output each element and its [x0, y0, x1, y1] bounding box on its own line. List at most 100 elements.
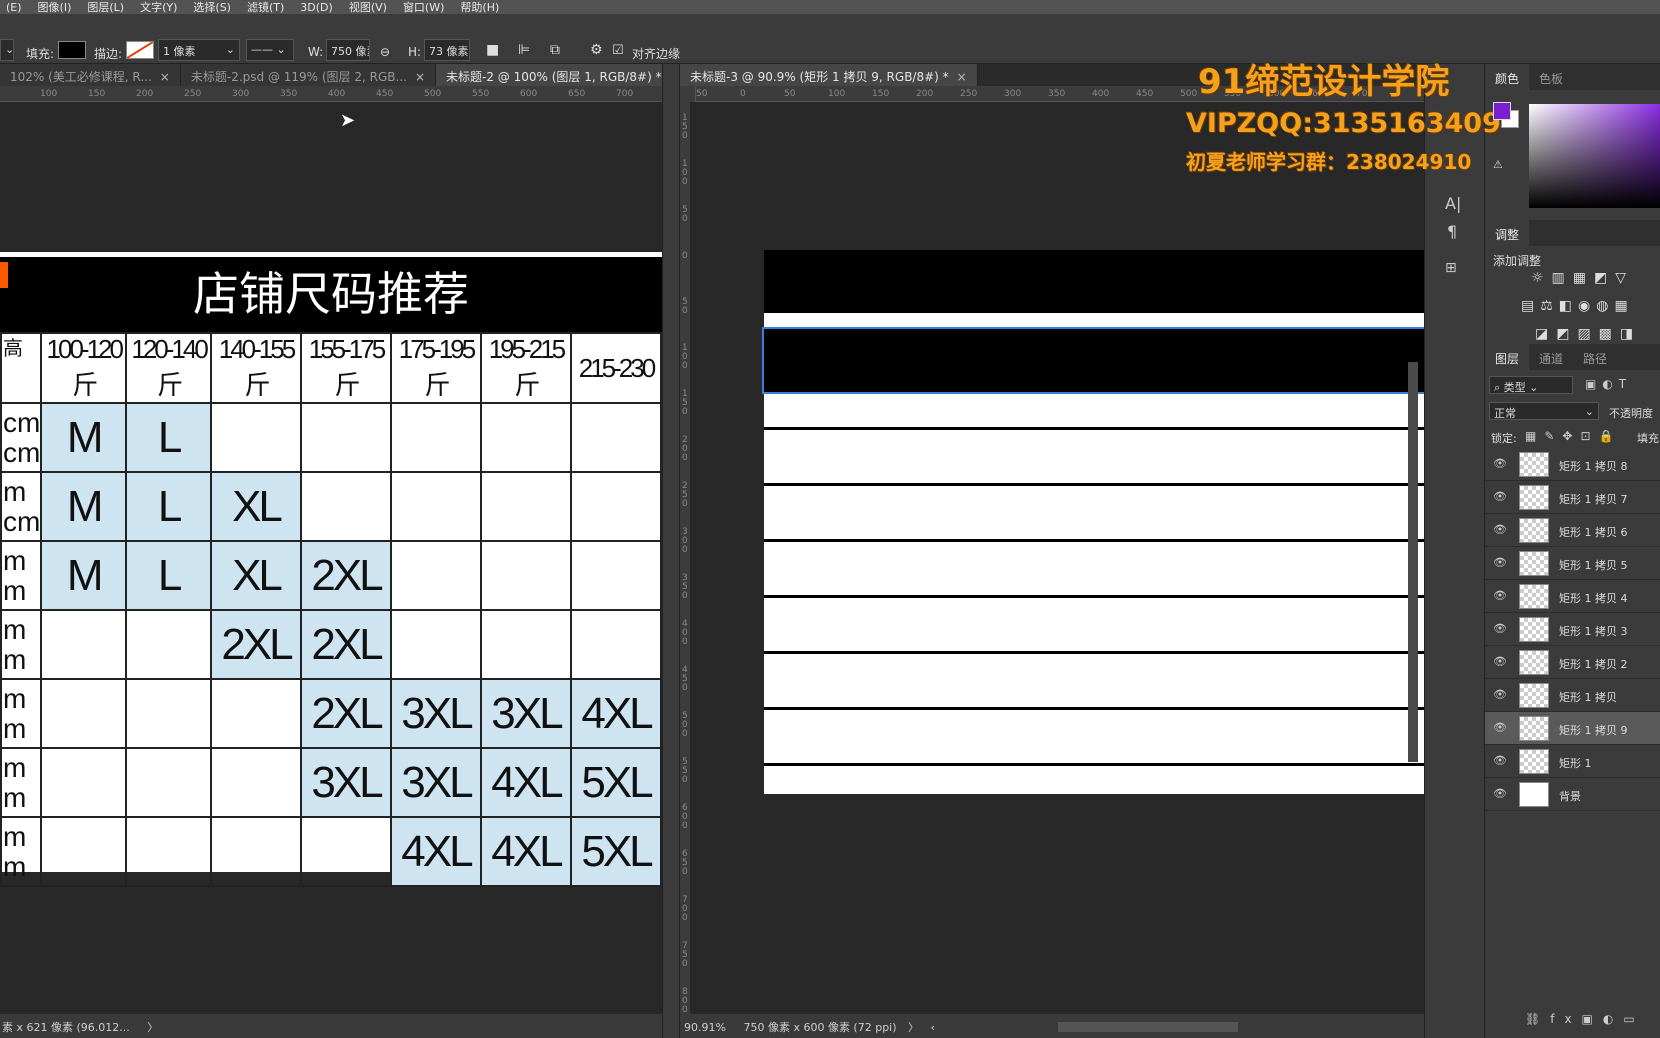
- eye-icon[interactable]: 👁: [1493, 787, 1507, 800]
- size-chart-row: m m M L XL 2XL: [0, 540, 662, 611]
- path-operations-icon[interactable]: ■: [486, 42, 499, 58]
- size-chart-cell: [389, 471, 482, 542]
- align-edges-checkbox[interactable]: ☑: [612, 43, 624, 58]
- adjustment-icons-row-1[interactable]: ☼▥▦◩▽: [1531, 270, 1634, 286]
- menu-type[interactable]: 文字(Y): [134, 0, 187, 15]
- size-chart-cell: L: [125, 471, 212, 542]
- right-document-canvas[interactable]: [690, 102, 1424, 1014]
- character-icon[interactable]: A|: [1445, 194, 1461, 213]
- menu-layer[interactable]: 图层(L): [81, 0, 134, 15]
- tab-doc-2[interactable]: 未标题-2.psd @ 119% (图层 2, RGB... ×: [180, 64, 437, 86]
- horizontal-scrollbar[interactable]: [1058, 1022, 1238, 1032]
- rect-layer-selected[interactable]: [762, 327, 1424, 394]
- size-chart-table: 高 100-120 斤 120-140 斤 140-155 斤 155-175 …: [0, 332, 662, 887]
- blend-mode-dropdown[interactable]: 正常 ⌄: [1489, 402, 1599, 420]
- layer-actions-bar[interactable]: ⛓fx▣◐▭: [1525, 1012, 1645, 1026]
- path-alignment-icon[interactable]: ⊫: [518, 42, 530, 58]
- gamut-warning-icon[interactable]: ⚠: [1493, 158, 1503, 171]
- menu-filter[interactable]: 滤镜(T): [241, 0, 294, 15]
- artboard[interactable]: [762, 250, 1424, 794]
- paragraph-icon[interactable]: ¶: [1447, 222, 1457, 241]
- layer-row[interactable]: 👁 矩形 1 拷贝: [1485, 679, 1660, 712]
- vertical-scrollbar[interactable]: [1408, 362, 1418, 762]
- eye-icon[interactable]: 👁: [1493, 655, 1507, 668]
- eye-icon[interactable]: 👁: [1493, 721, 1507, 734]
- size-chart-cell: [125, 609, 212, 680]
- tab-paths[interactable]: 路径: [1573, 344, 1617, 370]
- tab-layers[interactable]: 图层: [1485, 344, 1530, 370]
- zoom-level[interactable]: 90.91%: [684, 1021, 726, 1034]
- ruler-tick-label: 350: [1048, 89, 1066, 99]
- layer-row[interactable]: 👁 背景: [1485, 778, 1660, 811]
- tab-doc-3[interactable]: 未标题-2 @ 100% (图层 1, RGB/8#) *×: [436, 64, 662, 86]
- tab-channels[interactable]: 通道: [1529, 344, 1573, 370]
- tab-swatches[interactable]: 色板: [1529, 64, 1573, 90]
- chevron-right-icon[interactable]: 〉: [147, 1021, 158, 1034]
- lock-icons[interactable]: ▦✎✥⊡🔒: [1525, 429, 1621, 443]
- tab-color[interactable]: 颜色: [1485, 64, 1530, 90]
- left-document-canvas[interactable]: 店铺尺码推荐 高 100-120 斤 120-140 斤 140-155 斤 1…: [0, 102, 662, 1014]
- menu-select[interactable]: 选择(S): [187, 0, 241, 15]
- fill-swatch[interactable]: [58, 41, 86, 59]
- size-chart-cell: L: [125, 402, 212, 473]
- width-input[interactable]: 750 像素: [326, 39, 370, 61]
- layer-thumbnail: [1519, 782, 1549, 807]
- layer-row[interactable]: 👁 矩形 1 拷贝 3: [1485, 613, 1660, 646]
- eye-icon[interactable]: 👁: [1493, 589, 1507, 602]
- adjustment-icons-row-2[interactable]: ▤⚖◧◉◍▦: [1521, 298, 1634, 314]
- size-chart-cell: 2XL: [209, 609, 302, 680]
- layer-row[interactable]: 👁 矩形 1 拷贝 7: [1485, 481, 1660, 514]
- tool-mode-dropdown[interactable]: ⌄: [0, 39, 14, 61]
- size-chart-row-head: cm cm: [0, 402, 43, 473]
- layer-row[interactable]: 👁 矩形 1 拷贝 2: [1485, 646, 1660, 679]
- watermark-line-2: VIPZQQ:3135163409: [1186, 108, 1501, 139]
- size-chart-cell: [479, 609, 572, 680]
- eye-icon[interactable]: 👁: [1493, 556, 1507, 569]
- stroke-width-field[interactable]: 1 像素 ⌄: [158, 39, 240, 61]
- menu-help[interactable]: 帮助(H): [454, 0, 509, 15]
- tab-doc-1[interactable]: 102% (美工必修课程, R... ×: [0, 64, 181, 86]
- menu-3d[interactable]: 3D(D): [294, 1, 343, 14]
- eye-icon[interactable]: 👁: [1493, 622, 1507, 635]
- chevron-right-icon[interactable]: 〉: [908, 1021, 919, 1034]
- layer-filter-icons[interactable]: ▣◐T: [1585, 377, 1632, 391]
- menu-edit[interactable]: (E): [0, 1, 32, 14]
- close-icon[interactable]: ×: [415, 70, 425, 84]
- color-picker-field[interactable]: [1529, 104, 1660, 208]
- stroke-type-dropdown[interactable]: —— ⌄: [246, 39, 294, 61]
- opacity-label: 不透明度: [1609, 407, 1653, 420]
- close-icon[interactable]: ×: [160, 70, 170, 84]
- layer-name: 背景: [1559, 790, 1581, 803]
- eye-icon[interactable]: 👁: [1493, 523, 1507, 536]
- tab-adjustments[interactable]: 调整: [1485, 220, 1530, 246]
- gear-icon[interactable]: ⚙: [590, 42, 603, 58]
- layer-row[interactable]: 👁 矩形 1 拷贝 8: [1485, 448, 1660, 481]
- layer-kind-filter[interactable]: ⌕ 类型 ⌄: [1489, 376, 1573, 394]
- link-icon[interactable]: ⊖: [380, 45, 390, 59]
- layer-row[interactable]: 👁 矩形 1 拷贝 9: [1485, 712, 1660, 745]
- ruler-tick-label: 0: [740, 89, 746, 99]
- split-divider[interactable]: [662, 64, 680, 1038]
- eye-icon[interactable]: 👁: [1493, 490, 1507, 503]
- stroke-swatch[interactable]: [126, 41, 154, 59]
- eye-icon[interactable]: 👁: [1493, 457, 1507, 470]
- menu-view[interactable]: 视图(V): [343, 0, 397, 15]
- scroll-left-icon[interactable]: ‹: [931, 1021, 935, 1034]
- path-arrangement-icon[interactable]: ⧉: [550, 42, 560, 58]
- layer-row[interactable]: 👁 矩形 1: [1485, 745, 1660, 778]
- close-icon[interactable]: ×: [957, 70, 967, 84]
- eye-icon[interactable]: 👁: [1493, 688, 1507, 701]
- glyphs-icon[interactable]: ⊞: [1445, 260, 1457, 276]
- menu-image[interactable]: 图像(I): [32, 0, 82, 15]
- adjustment-icons-row-3[interactable]: ◪◩▨▩◨: [1535, 326, 1641, 342]
- menu-window[interactable]: 窗口(W): [397, 0, 454, 15]
- height-input[interactable]: 73 像素: [424, 39, 470, 61]
- layer-row[interactable]: 👁 矩形 1 拷贝 4: [1485, 580, 1660, 613]
- foreground-color-swatch[interactable]: [1493, 102, 1511, 120]
- kind-filter-value: 类型: [1503, 381, 1526, 394]
- layer-row[interactable]: 👁 矩形 1 拷贝 6: [1485, 514, 1660, 547]
- tab-doc-active[interactable]: 未标题-3 @ 90.9% (矩形 1 拷贝 9, RGB/8#) * ×: [680, 64, 978, 86]
- layer-row[interactable]: 👁 矩形 1 拷贝 5: [1485, 547, 1660, 580]
- rect-layer-1[interactable]: [764, 250, 1424, 313]
- eye-icon[interactable]: 👁: [1493, 754, 1507, 767]
